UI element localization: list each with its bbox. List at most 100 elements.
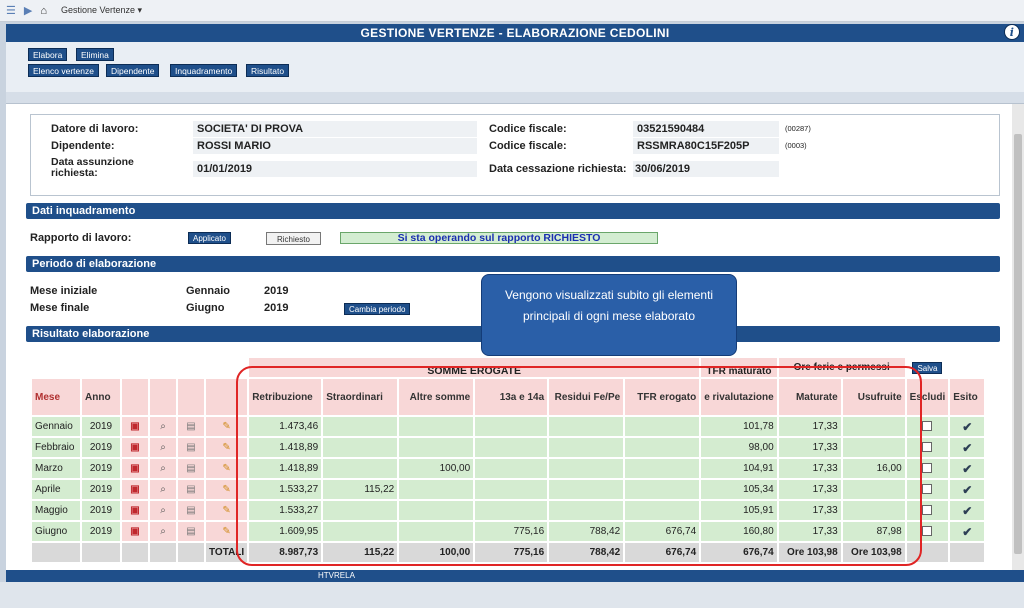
month-cell: Giugno [32,522,80,541]
zoom-icon[interactable]: ⌕ [160,442,166,453]
document-icon[interactable]: ▤ [186,484,195,495]
month-cell: Marzo [32,459,80,478]
info-icon[interactable]: i [1004,24,1020,40]
document-icon[interactable]: ▤ [186,421,195,432]
year-cell: 2019 [82,522,120,541]
elenco-vertenze-button[interactable]: Elenco vertenze [28,64,99,77]
scrollbar-thumb[interactable] [1014,134,1022,554]
pdf-icon[interactable]: ▣ [130,484,139,495]
anno-finale-value: 2019 [264,302,289,314]
check-icon: ✔ [962,419,973,434]
cf-datore-value: 03521590484 [637,123,705,135]
highlight-box [236,366,922,566]
month-cell: Aprile [32,480,80,499]
month-cell: Maggio [32,501,80,520]
check-icon: ✔ [962,503,973,518]
toolbar: Elabora Elimina Elenco vertenze Dipenden… [6,42,1024,92]
top-bar: ☰ ▶ ⌂ Gestione Vertenze ▾ [0,0,1024,22]
cf-dipendente-value: RSSMRA80C15F205P [637,140,750,152]
zoom-icon[interactable]: ⌕ [160,463,166,474]
page-title-text: GESTIONE VERTENZE - ELABORAZIONE CEDOLIN… [360,26,670,40]
month-cell: Gennaio [32,417,80,436]
toolbar-divider [6,92,1024,104]
check-icon: ✔ [962,461,973,476]
play-icon[interactable]: ▶ [24,4,32,17]
month-cell: Febbraio [32,438,80,457]
zoom-icon[interactable]: ⌕ [160,505,166,516]
cf-datore-label: Codice fiscale: [489,123,567,135]
mese-finale-label: Mese finale [30,302,90,314]
info-callout: Vengono visualizzati subito gli elementi… [481,274,737,356]
bottom-strip [0,582,1024,608]
risultato-button[interactable]: Risultato [246,64,290,77]
year-cell: 2019 [82,459,120,478]
col-mese: Mese [32,379,80,415]
inquadramento-section: Dati inquadramento [26,203,1000,219]
mese-iniziale-value: Gennaio [186,285,231,297]
zoom-icon[interactable]: ⌕ [160,421,166,432]
edit-icon[interactable]: ✎ [222,526,230,537]
check-icon: ✔ [962,440,973,455]
cf-dipendente-code: (0003) [785,141,807,150]
cf-dipendente-label: Codice fiscale: [489,140,567,152]
cambia-periodo-button[interactable]: Cambia periodo [344,303,411,315]
edit-icon[interactable]: ✎ [222,442,230,453]
edit-icon[interactable]: ✎ [222,421,230,432]
rapporto-label: Rapporto di lavoro: [30,232,132,244]
cf-datore-code: (00287) [785,124,811,133]
escludi-checkbox[interactable] [922,442,933,453]
datore-label: Datore di lavoro: [51,123,139,135]
pdf-icon[interactable]: ▣ [130,526,139,537]
year-cell: 2019 [82,438,120,457]
document-icon[interactable]: ▤ [186,463,195,474]
escludi-checkbox[interactable] [922,421,933,432]
footer: HTVRELA [6,570,1024,582]
anno-iniziale-value: 2019 [264,285,289,297]
cessazione-value: 30/06/2019 [635,163,691,175]
year-cell: 2019 [82,501,120,520]
applicato-button[interactable]: Applicato [188,232,231,244]
dipendente-label: Dipendente: [51,140,115,152]
col-esito: Esito [950,379,985,415]
employee-header: Datore di lavoro: SOCIETA' DI PROVA Dipe… [30,114,1000,196]
list-icon[interactable]: ☰ [6,4,16,17]
year-cell: 2019 [82,480,120,499]
mese-finale-value: Giugno [186,302,225,314]
dipendente-value: ROSSI MARIO [197,140,271,152]
richiesto-button[interactable]: Richiesto [266,232,321,245]
escludi-checkbox[interactable] [922,505,933,516]
home-icon[interactable]: ⌂ [40,5,47,17]
pdf-icon[interactable]: ▣ [130,421,139,432]
col-anno: Anno [82,379,120,415]
zoom-icon[interactable]: ⌕ [160,484,166,495]
pdf-icon[interactable]: ▣ [130,442,139,453]
module-menu[interactable]: Gestione Vertenze ▾ [61,5,142,16]
assunzione-label: Data assunzione richiesta: [51,156,134,179]
escludi-checkbox[interactable] [922,484,933,495]
pdf-icon[interactable]: ▣ [130,463,139,474]
assunzione-value: 01/01/2019 [197,163,253,175]
edit-icon[interactable]: ✎ [222,505,230,516]
document-icon[interactable]: ▤ [186,442,195,453]
inquadramento-button[interactable]: Inquadramento [170,64,238,77]
zoom-icon[interactable]: ⌕ [160,526,166,537]
year-cell: 2019 [82,417,120,436]
document-icon[interactable]: ▤ [186,505,195,516]
edit-icon[interactable]: ✎ [222,484,230,495]
elimina-button[interactable]: Elimina [76,48,114,61]
scrollbar[interactable] [1012,104,1024,570]
edit-icon[interactable]: ✎ [222,463,230,474]
pdf-icon[interactable]: ▣ [130,505,139,516]
document-icon[interactable]: ▤ [186,526,195,537]
check-icon: ✔ [962,482,973,497]
datore-value: SOCIETA' DI PROVA [197,123,304,135]
escludi-checkbox[interactable] [922,463,933,474]
escludi-checkbox[interactable] [922,526,933,537]
dipendente-button[interactable]: Dipendente [106,64,160,77]
cessazione-label: Data cessazione richiesta: [489,163,627,175]
page-title: GESTIONE VERTENZE - ELABORAZIONE CEDOLIN… [6,24,1024,42]
check-icon: ✔ [962,524,973,539]
mese-iniziale-label: Mese iniziale [30,285,98,297]
periodo-section: Periodo di elaborazione [26,256,1000,272]
elabora-button[interactable]: Elabora [28,48,68,61]
